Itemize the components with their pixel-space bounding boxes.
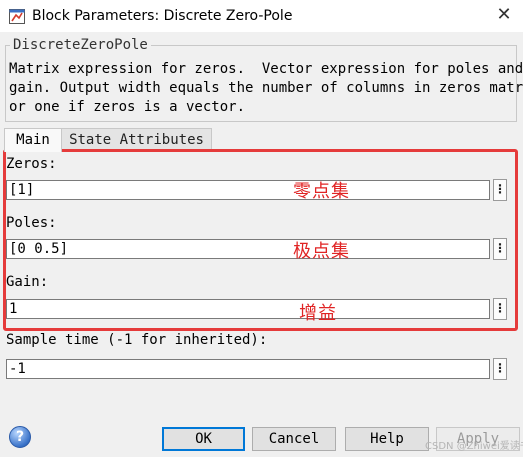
block-description-group: DiscreteZeroPole Matrix expression for z… xyxy=(5,37,523,122)
block-description: Matrix expression for zeros. Vector expr… xyxy=(9,60,523,117)
window-title: Block Parameters: Discrete Zero-Pole xyxy=(32,8,293,24)
tab-main[interactable]: Main xyxy=(4,128,62,152)
cancel-button[interactable]: Cancel xyxy=(252,427,336,451)
dialog-footer: ? OK Cancel Help Apply CSDN @Zhiwei爱读书 xyxy=(0,408,523,457)
title-bar: Block Parameters: Discrete Zero-Pole ✕ xyxy=(0,0,523,32)
help-button[interactable]: Help xyxy=(345,427,429,451)
simulink-app-icon xyxy=(9,9,25,24)
ok-button[interactable]: OK xyxy=(162,427,245,451)
sample-time-options-icon[interactable]: ⋮ xyxy=(493,358,507,380)
sample-time-input[interactable]: -1 xyxy=(6,359,490,379)
watermark: CSDN @Zhiwei爱读书 xyxy=(425,441,523,452)
dialog-content: DiscreteZeroPole Matrix expression for z… xyxy=(0,32,523,408)
help-icon[interactable]: ? xyxy=(9,426,31,448)
block-type-legend: DiscreteZeroPole xyxy=(10,37,151,53)
tab-state-attributes[interactable]: State Attributes xyxy=(61,128,212,151)
description-line: or one if zeros is a vector. xyxy=(9,99,246,115)
close-icon[interactable]: ✕ xyxy=(494,5,514,25)
highlight-box xyxy=(3,149,518,331)
description-line: gain. Output width equals the number of … xyxy=(9,80,523,96)
sample-time-label: Sample time (-1 for inherited): xyxy=(6,332,268,348)
description-line: Matrix expression for zeros. Vector expr… xyxy=(9,61,523,77)
